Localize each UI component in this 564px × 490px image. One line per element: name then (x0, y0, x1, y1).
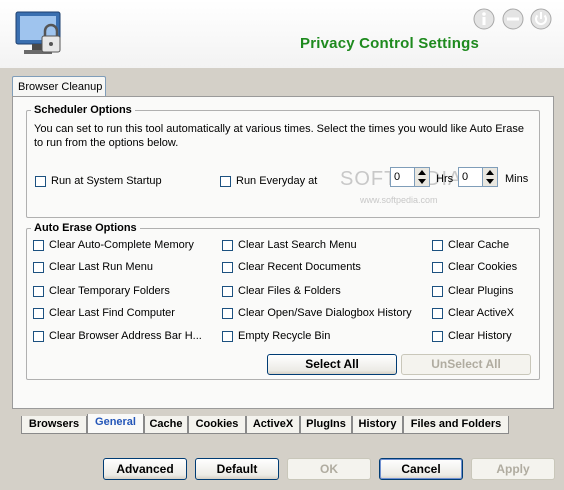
clear-files-folders-checkbox[interactable] (222, 286, 233, 297)
clear-auto-complete-checkbox[interactable] (33, 240, 44, 251)
option-label: Clear Last Run Menu (49, 261, 153, 273)
hours-label: Hrs (436, 173, 454, 185)
option-label: Clear Cookies (448, 261, 518, 273)
clear-address-bar-checkbox[interactable] (33, 331, 44, 342)
option-label: Clear Cache (448, 239, 510, 251)
option-label: Clear Auto-Complete Memory (49, 239, 194, 251)
tab-cache[interactable]: Cache (144, 416, 188, 434)
page-title: Privacy Control Settings (300, 35, 480, 52)
advanced-button[interactable]: Advanced (103, 458, 187, 480)
scheduler-title: Scheduler Options (31, 104, 135, 116)
option-label: Clear Plugins (448, 285, 514, 297)
tab-general[interactable]: General (87, 414, 144, 434)
hours-value: 0 (394, 171, 401, 183)
clear-recent-docs-checkbox[interactable] (222, 262, 233, 273)
arrow-up-icon (418, 170, 426, 175)
clear-temp-folders-checkbox[interactable] (33, 286, 44, 297)
option-label: Clear History (448, 330, 512, 342)
run-at-startup-checkbox[interactable] (35, 176, 46, 187)
scheduler-description: You can set to run this tool automatical… (34, 123, 524, 149)
clear-last-search-checkbox[interactable] (222, 240, 233, 251)
monitor-lock-icon (14, 8, 66, 60)
minutes-value: 0 (462, 171, 469, 183)
empty-recycle-bin-checkbox[interactable] (222, 331, 233, 342)
minimize-icon[interactable] (502, 8, 524, 30)
option-label: Clear Files & Folders (238, 285, 341, 297)
clear-cache-checkbox[interactable] (432, 240, 443, 251)
clear-history-checkbox[interactable] (432, 331, 443, 342)
hours-spinner[interactable]: 0 (390, 167, 430, 187)
default-button[interactable]: Default (195, 458, 279, 480)
watermark-url: www.softpedia.com (360, 195, 438, 205)
clear-last-run-checkbox[interactable] (33, 262, 44, 273)
minutes-label: Mins (505, 173, 529, 185)
option-label: Clear ActiveX (448, 307, 515, 319)
tab-cookies[interactable]: Cookies (188, 416, 246, 434)
option-label: Clear Browser Address Bar H... (49, 330, 202, 342)
tab-files-and-folders[interactable]: Files and Folders (403, 416, 509, 434)
clear-open-save-checkbox[interactable] (222, 308, 233, 319)
info-icon[interactable] (473, 8, 495, 30)
clear-plugins-checkbox[interactable] (432, 286, 443, 297)
option-label: Clear Last Find Computer (49, 307, 175, 319)
minutes-spinner[interactable]: 0 (458, 167, 498, 187)
clear-activex-checkbox[interactable] (432, 308, 443, 319)
tab-plugins[interactable]: PlugIns (300, 416, 352, 434)
tab-browsers[interactable]: Browsers (21, 416, 87, 434)
auto-erase-title: Auto Erase Options (31, 222, 140, 234)
power-icon[interactable] (530, 8, 552, 30)
arrow-down-icon (486, 179, 494, 184)
run-at-startup-label: Run at System Startup (51, 175, 162, 187)
hours-spin-buttons[interactable] (414, 168, 429, 186)
select-all-button[interactable]: Select All (267, 354, 397, 375)
minutes-spin-buttons[interactable] (482, 168, 497, 186)
tab-browser-cleanup[interactable]: Browser Cleanup (12, 76, 106, 98)
clear-last-find-checkbox[interactable] (33, 308, 44, 319)
clear-cookies-checkbox[interactable] (432, 262, 443, 273)
unselect-all-button[interactable]: UnSelect All (401, 354, 531, 375)
apply-button[interactable]: Apply (471, 458, 555, 480)
option-label: Clear Recent Documents (238, 261, 361, 273)
arrow-down-icon (418, 179, 426, 184)
ok-button[interactable]: OK (287, 458, 371, 480)
cancel-button[interactable]: Cancel (379, 458, 463, 480)
option-label: Clear Open/Save Dialogbox History (238, 307, 412, 319)
arrow-up-icon (486, 170, 494, 175)
run-everyday-label: Run Everyday at (236, 175, 318, 187)
run-everyday-checkbox[interactable] (220, 176, 231, 187)
option-label: Clear Last Search Menu (238, 239, 357, 251)
option-label: Empty Recycle Bin (238, 330, 331, 342)
tab-activex[interactable]: ActiveX (246, 416, 300, 434)
option-label: Clear Temporary Folders (49, 285, 170, 297)
tab-history[interactable]: History (352, 416, 403, 434)
